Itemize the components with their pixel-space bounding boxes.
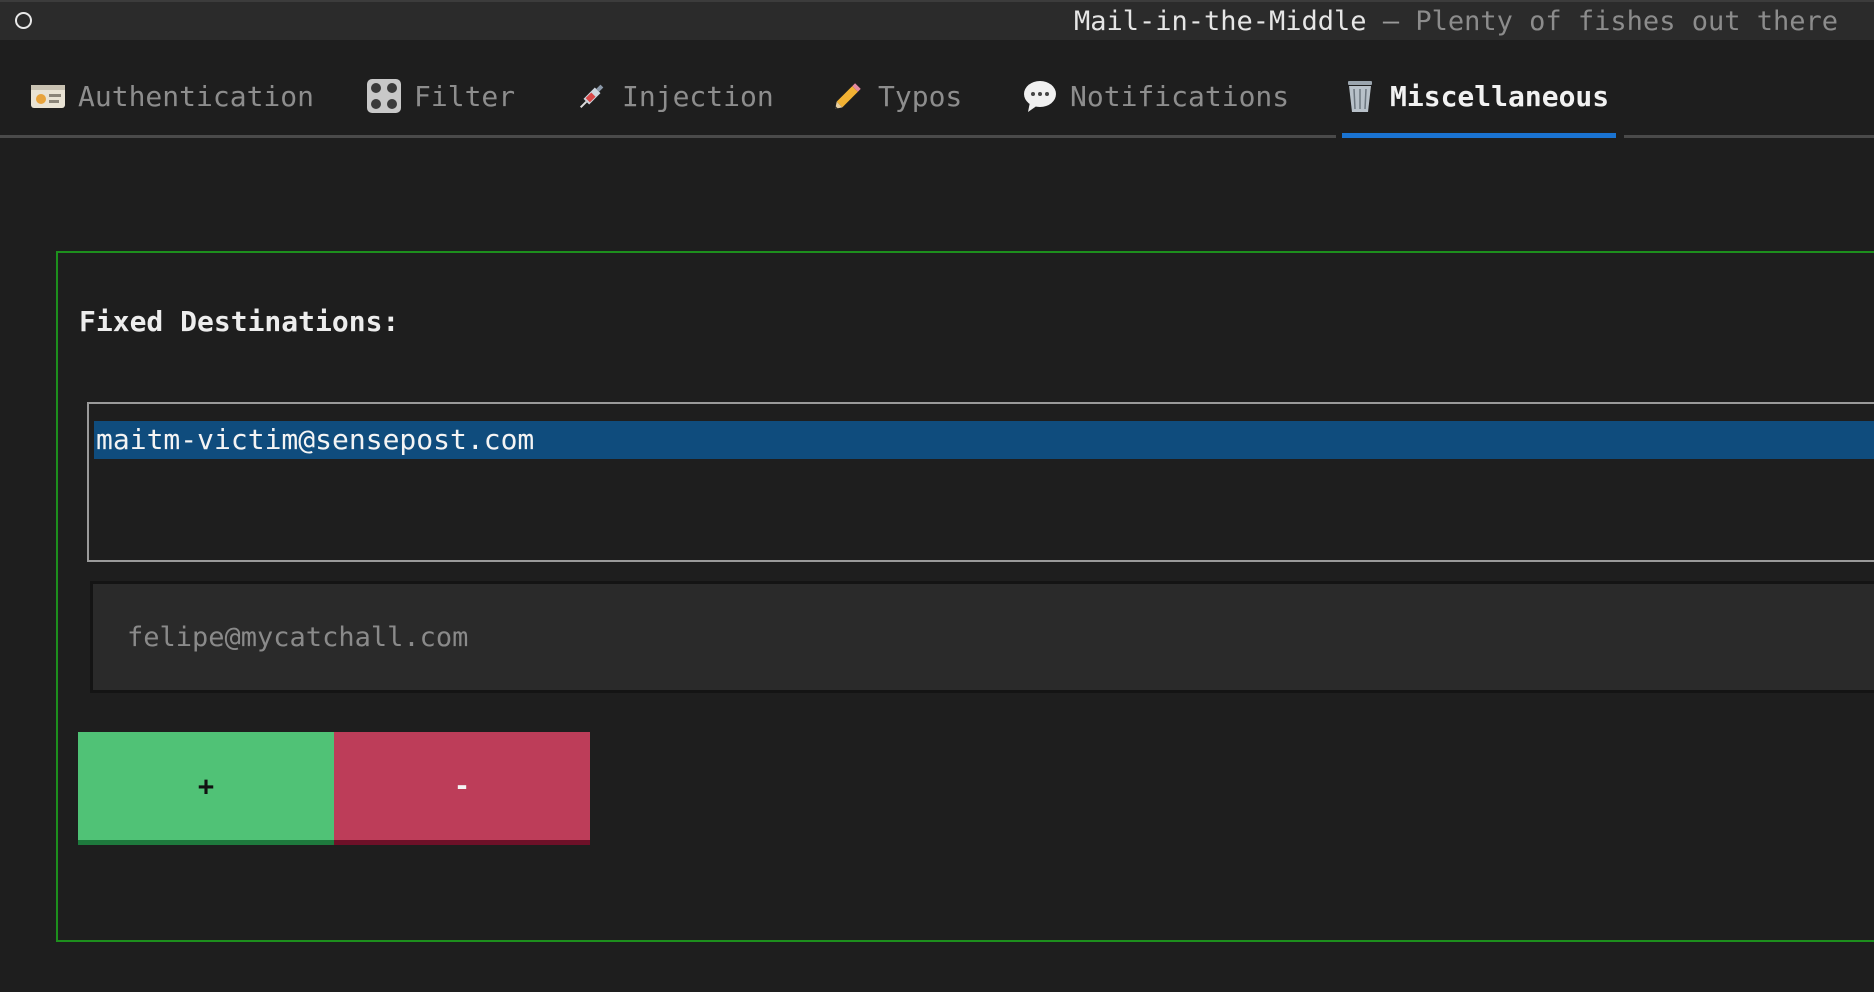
destination-input[interactable]: [93, 584, 1874, 690]
pencil-icon: [830, 78, 866, 114]
remove-destination-button[interactable]: -: [334, 732, 590, 845]
tab-miscellaneous-label: Miscellaneous: [1390, 79, 1610, 113]
tab-typos-label: Typos: [878, 79, 963, 113]
tab-notifications[interactable]: Notifications: [1022, 74, 1289, 118]
tab-filter-label: Filter: [414, 79, 516, 113]
syringe-icon: [574, 78, 610, 114]
wastebasket-icon: [1342, 78, 1378, 114]
window-title-separator: –: [1366, 6, 1416, 37]
tab-injection-label: Injection: [622, 79, 774, 113]
list-item[interactable]: maitm-victim@sensepost.com: [94, 421, 1874, 459]
control-knobs-icon: [366, 78, 402, 114]
destinations-list[interactable]: maitm-victim@sensepost.com: [87, 402, 1874, 562]
destination-input-field[interactable]: [90, 581, 1874, 693]
tab-authentication-label: Authentication: [78, 79, 315, 113]
window-title: Mail-in-the-Middle – Plenty of fishes ou…: [1074, 5, 1838, 39]
speech-bubble-icon: [1022, 78, 1058, 114]
tab-gap-right: [1616, 135, 1624, 138]
tab-authentication[interactable]: Authentication: [30, 74, 314, 118]
tab-notifications-label: Notifications: [1070, 79, 1290, 113]
window-title-app: Mail-in-the-Middle: [1073, 6, 1367, 37]
window-title-subtitle: Plenty of fishes out there: [1415, 6, 1838, 37]
tab-bar: Authentication Filter Injection Typos No…: [0, 60, 1874, 140]
title-bar: Mail-in-the-Middle – Plenty of fishes ou…: [0, 0, 1874, 40]
fixed-destinations-label: Fixed Destinations:: [79, 305, 400, 338]
add-destination-button[interactable]: +: [78, 732, 334, 845]
id-card-icon: [30, 78, 66, 114]
tab-miscellaneous[interactable]: Miscellaneous: [1342, 74, 1609, 118]
window-menu-circle-icon[interactable]: [15, 12, 32, 29]
tab-filter[interactable]: Filter: [366, 74, 515, 118]
tab-typos[interactable]: Typos: [830, 74, 962, 118]
tab-injection[interactable]: Injection: [574, 74, 774, 118]
active-tab-indicator: [1342, 133, 1616, 138]
